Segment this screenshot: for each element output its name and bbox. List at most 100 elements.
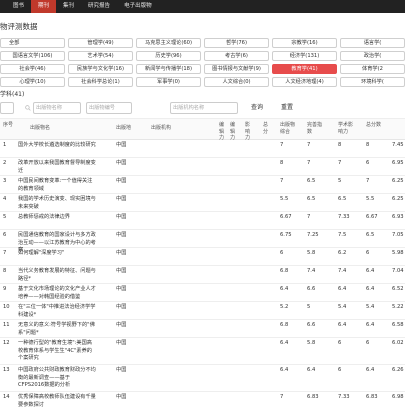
row-score: 5.5 bbox=[280, 196, 289, 202]
table-row[interactable]: 10 在"三位一体"中推进法治经济学学科建设* 中国 5.2 5 5.4 5.4 5.22 bbox=[0, 302, 405, 320]
row-score: 8 bbox=[338, 142, 342, 148]
row-title[interactable]: 一种德行型的"教育生境":美国高校教育体系与学生生"4C"素养的个案研究 bbox=[18, 340, 96, 363]
row-score: 6.52 bbox=[392, 286, 404, 292]
row-score: 6.4 bbox=[366, 322, 375, 328]
subject-filter-button[interactable]: 新闻学与传播学(18) bbox=[136, 64, 201, 74]
row-title[interactable]: 改革开放以来我国教育督导制度变迁 bbox=[18, 160, 96, 175]
row-score: 6.4 bbox=[366, 268, 375, 274]
row-title[interactable]: 中国民间教育变革:一个值得关注的教育领域 bbox=[18, 178, 96, 193]
row-score: 6.6 bbox=[307, 322, 316, 328]
row-title[interactable]: 当代义务教育发展的特征、问题与路径* bbox=[18, 268, 96, 283]
row-score: 7.04 bbox=[392, 268, 404, 274]
subject-filter-button[interactable]: 艺术学(54) bbox=[68, 51, 133, 61]
row-title[interactable]: 优秀保障高校教师队伍建设有千量要参数探讨 bbox=[18, 394, 96, 409]
row-title[interactable]: 如何理解"深度学习" bbox=[18, 250, 96, 258]
row-score: 8 bbox=[280, 160, 284, 166]
publisher-search-input[interactable]: 出版机构名称 bbox=[170, 102, 238, 114]
nav-item-collections[interactable]: 集刊 bbox=[56, 0, 81, 13]
row-title[interactable]: 国外大学校长遴选制度的比较研究 bbox=[18, 142, 96, 150]
query-button[interactable]: 查询 bbox=[251, 102, 263, 114]
subject-filter-button[interactable]: 政治学( bbox=[340, 51, 405, 61]
row-country: 中国 bbox=[116, 286, 127, 292]
header-col2: 编辑力 bbox=[230, 122, 236, 141]
row-title[interactable]: 基于文化市场理论的文化产业人才培养——对韩国经验的借鉴 bbox=[18, 286, 96, 301]
row-score: 6 bbox=[338, 367, 342, 373]
subject-filter-button[interactable]: 人文综合(0) bbox=[204, 77, 269, 87]
row-score: 5.22 bbox=[392, 304, 404, 310]
subject-filter-button[interactable]: 哲学(76) bbox=[204, 38, 269, 48]
subject-filter-button[interactable]: 体育学(2 bbox=[340, 64, 405, 74]
subject-filter-button[interactable]: 全部 bbox=[0, 38, 65, 48]
row-score: 7.05 bbox=[392, 232, 404, 238]
subject-filter-button[interactable]: 社会学(46) bbox=[0, 64, 65, 74]
table-row[interactable]: 8 当代义务教育发展的特征、问题与路径* 中国 6.8 7.4 7.4 6.4 7.04 bbox=[0, 266, 405, 284]
row-score: 6.93 bbox=[392, 214, 404, 220]
table-row[interactable]: 9 基于文化市场理论的文化产业人才培养——对韩国经验的借鉴 中国 6.4 6.6 6.4 6… bbox=[0, 284, 405, 302]
row-score: 6.67 bbox=[366, 214, 378, 220]
table-row[interactable]: 7 如何理解"深度学习" 中国 6 5.8 6.2 6 5.98 bbox=[0, 248, 405, 266]
table-row[interactable]: 5 总教师惩戒的法律边界 中国 6.67 7 7.33 6.67 6.93 bbox=[0, 212, 405, 230]
row-number: 8 bbox=[3, 268, 7, 274]
table-row[interactable]: 2 改革开放以来我国教育督导制度变迁 中国 8 7 7 6 6.95 bbox=[0, 158, 405, 176]
row-score: 6.8 bbox=[280, 322, 289, 328]
code-search-input[interactable]: 出版物编号 bbox=[86, 102, 132, 114]
row-country: 中国 bbox=[116, 160, 127, 166]
row-score: 7.4 bbox=[338, 268, 347, 274]
row-score: 7.45 bbox=[392, 142, 404, 148]
subject-filter-button[interactable]: 环境科学( bbox=[340, 77, 405, 87]
subject-filter-button[interactable]: 教育学(41) bbox=[272, 64, 337, 74]
nav-item-reports[interactable]: 研究报告 bbox=[81, 0, 117, 13]
subject-filter-button[interactable]: 考古学(6) bbox=[204, 51, 269, 61]
reset-button[interactable]: 重置 bbox=[281, 102, 293, 114]
subject-filter-button[interactable]: 民族学与文化学(16) bbox=[68, 64, 133, 74]
row-score: 6.4 bbox=[338, 286, 347, 292]
title-search-input[interactable]: 出版物名称 bbox=[33, 102, 81, 114]
table-row[interactable]: 14 优秀保障高校教师队伍建设有千量要参数探讨 中国 7 6.83 7.33 6.83 6.9… bbox=[0, 392, 405, 409]
subject-filter-button[interactable]: 军事学(0) bbox=[136, 77, 201, 87]
row-title[interactable]: 我国的学术历史演变、现实困境与未来突破 bbox=[18, 196, 96, 211]
row-number: 2 bbox=[3, 160, 7, 166]
subject-filter-button[interactable]: 社会科学总论(1) bbox=[68, 77, 133, 87]
page-title: 物评测数据 bbox=[0, 22, 38, 31]
subject-filter-button[interactable]: 历史学(96) bbox=[136, 51, 201, 61]
row-score: 6 bbox=[366, 250, 370, 256]
subject-filter-button[interactable]: 心理学(10) bbox=[0, 77, 65, 87]
row-title[interactable]: 在"三位一体"中推进法治经济学学科建设* bbox=[18, 304, 96, 319]
row-score: 7 bbox=[307, 142, 311, 148]
subject-filter-button[interactable]: 图书情报与文献学(9) bbox=[204, 64, 269, 74]
row-title[interactable]: 总教师惩戒的法律边界 bbox=[18, 214, 96, 222]
table-row[interactable]: 6 民国通信教育的国家设计与多方政治互动——以江苏教育为中心的考察 中国 6.75 7.… bbox=[0, 230, 405, 253]
row-country: 中国 bbox=[116, 268, 127, 274]
row-number: 4 bbox=[3, 196, 7, 202]
row-score: 5 bbox=[307, 304, 311, 310]
row-score: 6.95 bbox=[392, 160, 404, 166]
row-score: 5.5 bbox=[366, 196, 375, 202]
table-row[interactable]: 11 无意义的意义:符号学视野下的"佛系"问题* 中国 6.8 6.6 6.4 6.4 6.5… bbox=[0, 320, 405, 338]
filter-select[interactable] bbox=[0, 102, 14, 114]
table-row[interactable]: 13 中国政府公共财政教育财政分不均衡的最新调查——基于CFPS2016数据的分析… bbox=[0, 365, 405, 392]
row-score: 5.4 bbox=[338, 304, 347, 310]
row-score: 6.98 bbox=[392, 394, 404, 400]
row-number: 10 bbox=[3, 304, 10, 310]
row-score: 6.4 bbox=[280, 367, 289, 373]
table-row[interactable]: 4 我国的学术历史演变、现实困境与未来突破 中国 5.5 6.5 6.5 5.5 6.25 bbox=[0, 194, 405, 212]
row-score: 7 bbox=[307, 160, 311, 166]
table-row[interactable]: 1 国外大学校长遴选制度的比较研究 中国 7 7 8 8 7.45 bbox=[0, 140, 405, 158]
subject-filter-button[interactable]: 宗教学(16) bbox=[272, 38, 337, 48]
subject-filter-button[interactable]: 管理学(49) bbox=[68, 38, 133, 48]
nav-item-electronic[interactable]: 电子出版物 bbox=[117, 0, 159, 13]
table-row[interactable]: 12 一种德行型的"教育生境":美国高校教育体系与学生生"4C"素养的个案研究 中国… bbox=[0, 338, 405, 365]
subject-filter-button[interactable]: 马克思主义理论(60) bbox=[136, 38, 201, 48]
subject-filter-button[interactable]: 国语言文学(106) bbox=[0, 51, 65, 61]
row-score: 6.8 bbox=[280, 268, 289, 274]
nav-item-journals[interactable]: 期刊 bbox=[31, 0, 57, 13]
subject-filter-button[interactable]: 经济学(131) bbox=[272, 51, 337, 61]
table-row[interactable]: 3 中国民间教育变革:一个值得关注的教育领域 中国 7 6.5 5 7 6.25 bbox=[0, 176, 405, 194]
row-title[interactable]: 中国政府公共财政教育财政分不均衡的最新调查——基于CFPS2016数据的分析 bbox=[18, 367, 96, 390]
row-score: 6.26 bbox=[392, 367, 404, 373]
header-publisher: 出版机构 bbox=[151, 125, 172, 131]
subject-filter-button[interactable]: 语言学( bbox=[340, 38, 405, 48]
row-title[interactable]: 无意义的意义:符号学视野下的"佛系"问题* bbox=[18, 322, 96, 337]
nav-item-books[interactable]: 图书 bbox=[6, 0, 31, 13]
subject-filter-button[interactable]: 人文经济地理(4) bbox=[272, 77, 337, 87]
